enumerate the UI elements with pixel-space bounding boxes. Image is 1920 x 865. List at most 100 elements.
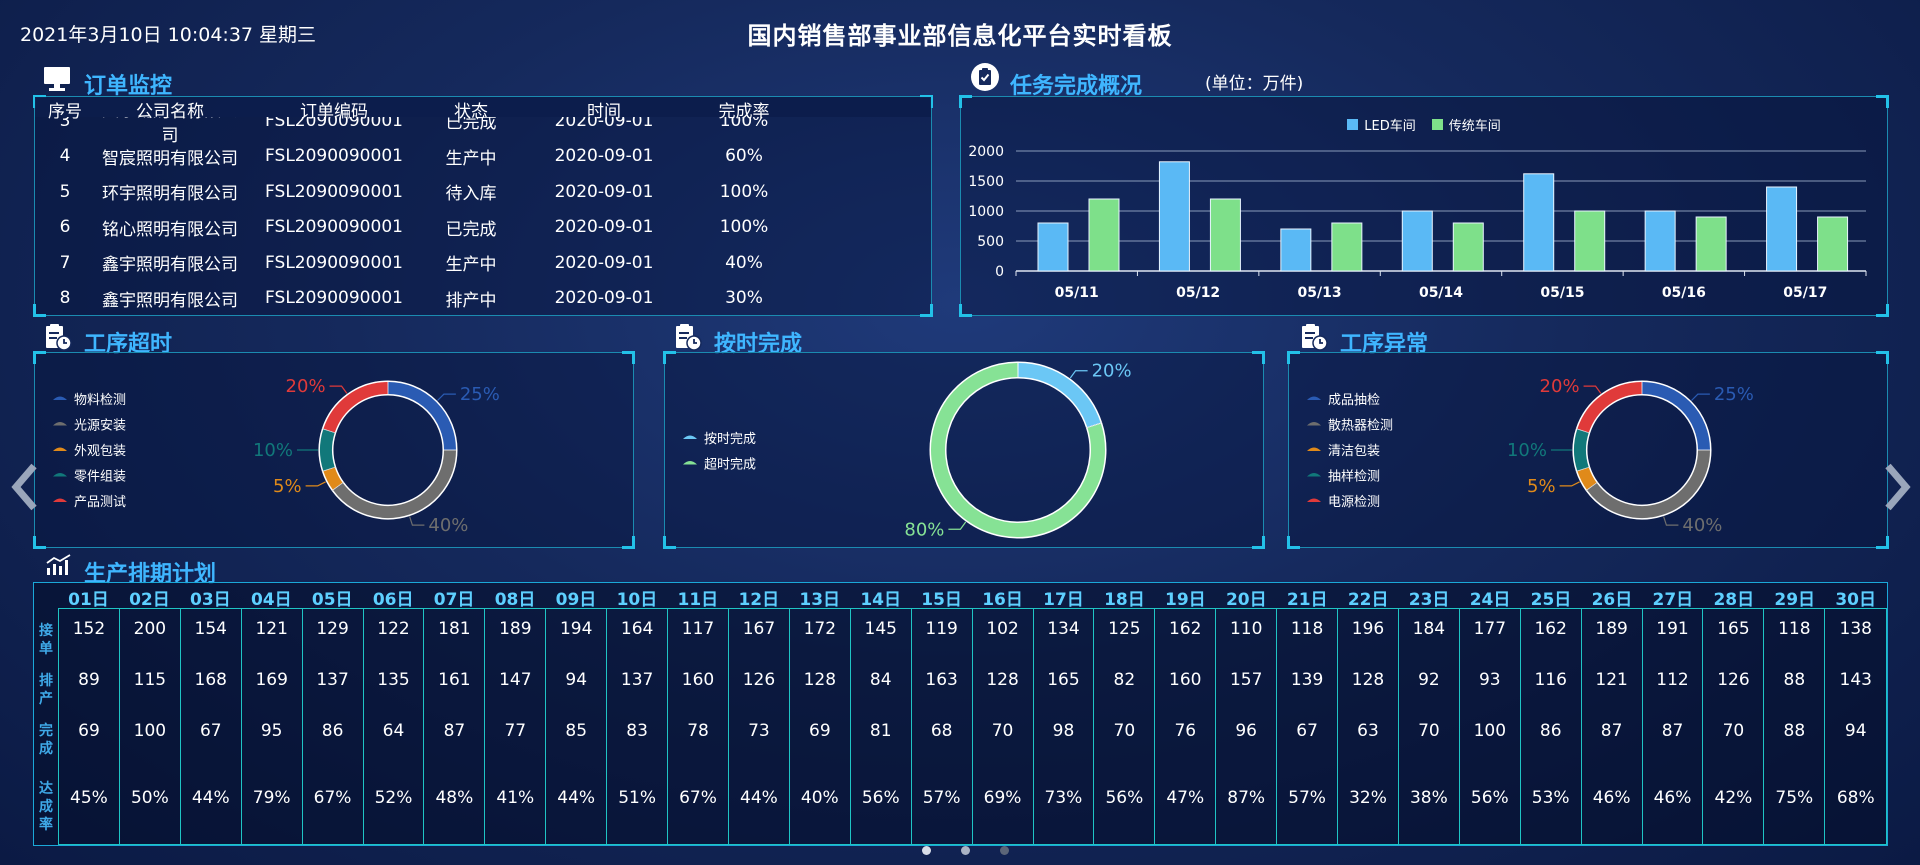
bar[interactable] xyxy=(1644,210,1676,272)
donut-slice[interactable] xyxy=(1574,429,1589,471)
day-header: 10日 xyxy=(616,590,658,610)
legend-item[interactable]: 产品测试 xyxy=(53,495,126,510)
schedule-column: 118 139 67 57% xyxy=(1277,609,1339,844)
schedule-column: 189 121 87 46% xyxy=(1582,609,1643,844)
row-label-rate: 达成率 xyxy=(39,781,53,833)
bar[interactable] xyxy=(1209,198,1241,272)
legend-item[interactable]: 零件组装 xyxy=(53,470,126,485)
donut-slice[interactable] xyxy=(1577,467,1597,490)
schedule-cell-rate: 67% xyxy=(679,788,717,808)
schedule-cell-scheduled: 128 xyxy=(803,670,837,690)
schedule-cell-rate: 79% xyxy=(252,788,291,808)
bar[interactable] xyxy=(1280,228,1312,272)
schedule-cell-completed: 83 xyxy=(626,721,648,741)
bar[interactable] xyxy=(1331,222,1363,272)
pager-dot[interactable] xyxy=(961,846,970,855)
schedule-cell-completed: 87 xyxy=(443,721,466,741)
schedule-cell-received: 196 xyxy=(1351,619,1385,639)
bar[interactable] xyxy=(1158,161,1190,272)
schedule-column: 196 128 63 32% xyxy=(1338,609,1399,844)
legend-swatch xyxy=(1307,498,1321,502)
order-row[interactable]: 4 智宸照明有限公司 FSL2090090001 生产中 2020-09-01 60% xyxy=(35,139,931,175)
legend-label: 超时完成 xyxy=(704,458,756,473)
legend-item[interactable]: 散热器检测 xyxy=(1307,419,1393,434)
schedule-cell-rate: 40% xyxy=(800,788,839,808)
schedule-cell-completed: 70 xyxy=(1722,721,1745,741)
schedule-cell-completed: 69 xyxy=(809,721,831,741)
schedule-cell-rate: 38% xyxy=(1409,788,1448,808)
legend-item[interactable]: 按时完成 xyxy=(683,432,756,447)
order-row[interactable]: 6 铭心照明有限公司 FSL2090090001 已完成 2020-09-01 100% xyxy=(35,210,931,246)
order-row[interactable]: 7 鑫宇照明有限公司 FSL2090090001 生产中 2020-09-01 40% xyxy=(35,245,931,281)
schedule-cell-rate: 50% xyxy=(130,788,169,808)
legend-item[interactable]: 清洁包装 xyxy=(1307,444,1380,459)
donut-slice[interactable] xyxy=(323,467,343,490)
bar[interactable] xyxy=(1523,173,1555,272)
legend-swatch xyxy=(683,435,697,439)
bar[interactable] xyxy=(1695,216,1727,272)
order-cell: 2020-09-01 xyxy=(554,288,654,309)
schedule-cell-received: 162 xyxy=(1169,619,1202,639)
donut-slice[interactable] xyxy=(323,382,388,433)
legend-label: 光源安装 xyxy=(74,419,126,434)
schedule-cell-scheduled: 168 xyxy=(194,670,227,690)
schedule-cell-scheduled: 143 xyxy=(1839,670,1872,690)
schedule-column: 129 137 86 67% xyxy=(303,609,364,844)
chevron-left-icon xyxy=(11,463,37,511)
x-tick-label: 05/17 xyxy=(1783,285,1827,301)
pager-dot[interactable] xyxy=(1000,846,1009,855)
bar[interactable] xyxy=(1452,222,1484,272)
legend-item[interactable]: 超时完成 xyxy=(683,458,756,473)
schedule-column: 134 165 98 73% xyxy=(1034,609,1095,844)
order-cell: 100% xyxy=(719,217,769,238)
day-header: 30日 xyxy=(1835,590,1876,610)
schedule-cell-received: 177 xyxy=(1473,619,1507,639)
prev-arrow-button[interactable] xyxy=(8,462,42,522)
bar[interactable] xyxy=(1037,222,1069,272)
legend-label: 按时完成 xyxy=(704,432,756,447)
bar[interactable] xyxy=(1088,198,1120,272)
day-header: 01日 xyxy=(68,590,109,610)
schedule-cell-scheduled: 160 xyxy=(681,670,715,690)
schedule-column: 189 147 77 41% xyxy=(485,609,547,844)
legend-item[interactable]: 光源安装 xyxy=(53,419,126,434)
schedule-cell-completed: 69 xyxy=(78,721,100,741)
schedule-column: 200 115 100 50% xyxy=(120,609,181,844)
legend-label: 外观包装 xyxy=(74,444,126,459)
schedule-cell-received: 164 xyxy=(620,619,654,639)
slice-value-label: 5% xyxy=(1527,476,1556,497)
legend-item[interactable]: 抽样检测 xyxy=(1307,470,1380,485)
donut-slice[interactable] xyxy=(1577,382,1642,433)
schedule-cell-completed: 100 xyxy=(133,721,167,741)
bar[interactable] xyxy=(1574,210,1606,272)
y-tick-label: 2000 xyxy=(968,144,1004,160)
legend-item[interactable]: 物料检测 xyxy=(53,393,126,408)
legend-item[interactable]: 成品抽检 xyxy=(1307,393,1380,408)
day-header: 17日 xyxy=(1043,590,1084,610)
bar[interactable] xyxy=(1401,210,1433,272)
legend-item[interactable]: 电源检测 xyxy=(1307,495,1380,510)
schedule-cell-scheduled: 169 xyxy=(255,670,288,690)
legend-label: 散热器检测 xyxy=(1328,419,1393,434)
donut-slice[interactable] xyxy=(320,429,335,471)
process-abnormal-donut: 25% 40% 5% 10% 20% 成品抽检散热器检测清洁包装抽样检测电源检测 xyxy=(1307,376,1754,536)
schedule-cell-received: 117 xyxy=(681,619,715,639)
next-arrow-button[interactable] xyxy=(1880,462,1914,522)
order-table-body[interactable]: 3天乐南照明有限公司FSL2090090001已完成2020-09-01100%… xyxy=(35,117,931,339)
order-row[interactable]: 5 环宇照明有限公司 FSL2090090001 待入库 2020-09-01 100% xyxy=(35,174,931,210)
bar[interactable] xyxy=(1766,186,1798,272)
legend-item[interactable]: 外观包装 xyxy=(53,444,126,459)
schedule-cell-rate: 51% xyxy=(618,788,656,808)
schedule-cell-scheduled: 147 xyxy=(499,670,532,690)
bar[interactable] xyxy=(1817,216,1849,272)
y-tick-label: 0 xyxy=(995,264,1004,280)
schedule-column: 164 137 83 51% xyxy=(607,609,669,844)
row-label-scheduled: 排产 xyxy=(39,673,53,707)
schedule-cell-completed: 86 xyxy=(1539,721,1562,741)
label-leader-line xyxy=(329,385,348,394)
schedule-cell-received: 181 xyxy=(438,619,471,639)
slice-value-label: 40% xyxy=(428,515,468,536)
order-row[interactable]: 8 鑫宇照明有限公司 FSL2090090001 排产中 2020-09-01 30% xyxy=(35,281,931,317)
pager-dot[interactable] xyxy=(922,846,931,855)
order-cell: 2020-09-01 xyxy=(554,146,654,167)
